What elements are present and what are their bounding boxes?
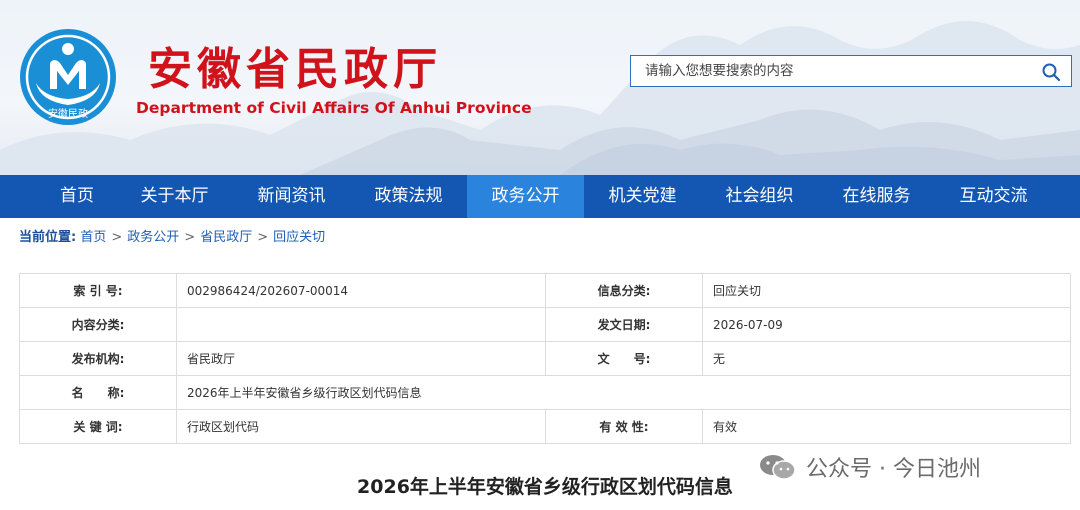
table-row: 发布机构: 省民政厅 文 号: 无 [19,341,1071,376]
search-input[interactable] [631,56,1031,86]
meta-label-keywords: 关 键 词: [19,409,177,444]
nav-item-news[interactable]: 新闻资讯 [233,175,350,218]
breadcrumb-separator: > [111,230,123,245]
nav-item-party[interactable]: 机关党建 [584,175,701,218]
document-meta-table: 索 引 号: 002986424/202607-00014 信息分类: 回应关切… [19,273,1071,444]
breadcrumb-home[interactable]: 首页 [80,230,106,245]
meta-label-publisher: 发布机构: [19,341,177,376]
meta-label-validity: 有 效 性: [545,409,703,444]
site-header: 安徽民政 安徽省民政厅 Department of Civil Affairs … [0,0,1080,175]
meta-value-doc-no: 无 [702,341,1071,376]
meta-value-validity: 有效 [702,409,1071,444]
nav-item-about[interactable]: 关于本厅 [116,175,233,218]
nav-item-interaction[interactable]: 互动交流 [935,175,1052,218]
meta-value-publisher: 省民政厅 [176,341,546,376]
meta-value-content-category [176,307,546,342]
nav-item-affairs[interactable]: 政务公开 [467,175,584,218]
nav-item-policy[interactable]: 政策法规 [350,175,467,218]
article-title: 2026年上半年安徽省乡级行政区划代码信息 [357,476,733,498]
main-nav: 首页 关于本厅 新闻资讯 政策法规 政务公开 机关党建 社会组织 在线服务 互动… [0,175,1080,218]
site-title-cn: 安徽省民政厅 [148,44,442,95]
meta-value-index: 002986424/202607-00014 [176,273,546,308]
search-box [630,55,1072,87]
meta-label-content-category: 内容分类: [19,307,177,342]
breadcrumb-affairs[interactable]: 政务公开 [127,230,179,245]
nav-item-home[interactable]: 首页 [38,175,116,218]
meta-value-name: 2026年上半年安徽省乡级行政区划代码信息 [176,375,1071,410]
breadcrumb-separator: > [257,230,269,245]
meta-label-name: 名 称: [19,375,177,410]
svg-text:安徽民政: 安徽民政 [48,107,88,120]
meta-label-doc-no: 文 号: [545,341,703,376]
meta-value-publish-date: 2026-07-09 [702,307,1071,342]
site-title-en: Department of Civil Affairs Of Anhui Pro… [136,99,532,117]
table-row: 关 键 词: 行政区划代码 有 效 性: 有效 [19,409,1071,444]
meta-label-index: 索 引 号: [19,273,177,308]
nav-item-online-service[interactable]: 在线服务 [818,175,935,218]
breadcrumb-separator: > [184,230,196,245]
breadcrumb: 当前位置: 首页 > 政务公开 > 省民政厅 > 回应关切 [19,229,325,247]
logo-icon: 安徽民政 [20,29,116,125]
table-row: 名 称: 2026年上半年安徽省乡级行政区划代码信息 [19,375,1071,410]
table-row: 索 引 号: 002986424/202607-00014 信息分类: 回应关切 [19,273,1071,308]
nav-item-social-org[interactable]: 社会组织 [701,175,818,218]
meta-value-info-category: 回应关切 [702,273,1071,308]
breadcrumb-response[interactable]: 回应关切 [273,230,325,245]
meta-label-info-category: 信息分类: [545,273,703,308]
breadcrumb-label: 当前位置: [19,230,77,245]
search-icon[interactable] [1041,62,1061,82]
table-row: 内容分类: 发文日期: 2026-07-09 [19,307,1071,342]
breadcrumb-department[interactable]: 省民政厅 [200,230,252,245]
meta-value-keywords: 行政区划代码 [176,409,546,444]
meta-label-publish-date: 发文日期: [545,307,703,342]
